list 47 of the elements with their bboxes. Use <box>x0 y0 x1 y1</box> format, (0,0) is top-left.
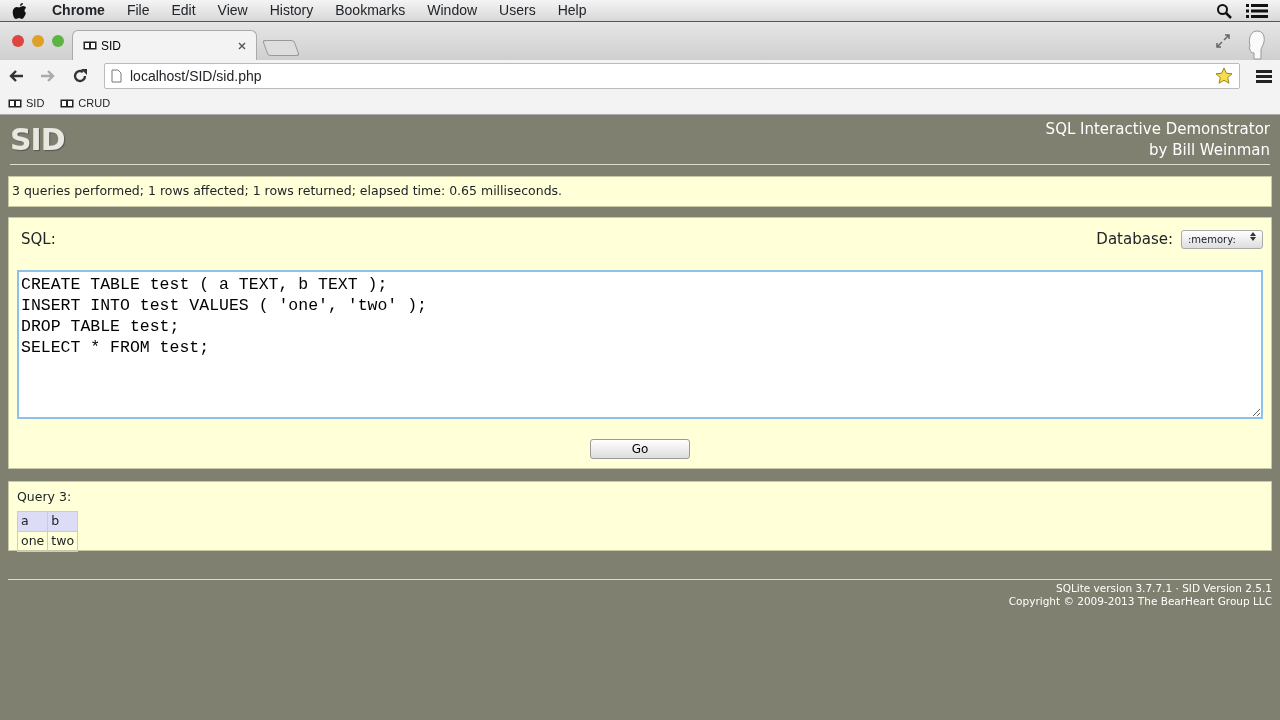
menu-item[interactable]: View <box>217 0 248 21</box>
site-logo: SID <box>10 121 65 159</box>
address-bar[interactable]: localhost/SID/sid.php <box>104 63 1240 89</box>
menu-icon[interactable] <box>1256 69 1272 83</box>
query-caption: Query 3: <box>17 488 73 507</box>
menu-item[interactable]: Help <box>557 0 587 21</box>
menu-item[interactable]: Users <box>499 0 536 21</box>
menu-item[interactable]: History <box>269 0 314 21</box>
site-title: by Bill Weinman <box>1148 139 1270 161</box>
close-window-button[interactable] <box>12 35 24 47</box>
app-menu[interactable]: Chrome <box>52 0 105 21</box>
favicon-icon <box>60 98 75 108</box>
favicon-icon <box>8 98 22 108</box>
favicon-icon <box>83 41 97 50</box>
site-title: SQL Interactive Demonstrator <box>1045 118 1270 140</box>
go-button[interactable]: Go <box>590 439 690 460</box>
bookmark-link[interactable]: CRUD <box>78 94 111 112</box>
status-message: 3 queries performed; 1 rows affected; 1 rows returned; elapsed time: 0.65 milliseconds. <box>8 176 1272 207</box>
search-icon[interactable] <box>1216 2 1232 19</box>
fullscreen-icon[interactable] <box>1216 34 1230 48</box>
apple-logo-icon[interactable] <box>12 1 28 20</box>
menu-item[interactable]: File <box>126 0 150 21</box>
table-cell: two <box>47 531 78 551</box>
table-cell: one <box>17 531 48 551</box>
tab-title: SID <box>101 37 122 55</box>
menu-item[interactable]: Bookmarks <box>335 0 406 21</box>
database-select[interactable]: :memory: <box>1181 229 1263 249</box>
profile-silhouette-icon[interactable] <box>1246 30 1268 60</box>
browser-tab[interactable]: SID <box>72 30 257 60</box>
list-icon[interactable] <box>1246 2 1268 19</box>
url-text: localhost/SID/sid.php <box>130 66 263 86</box>
column-header: a <box>17 511 48 532</box>
footer-text: SQLite version 3.7.7.1 · SID Version 2.5.1 <box>1055 582 1272 596</box>
updown-arrows-icon <box>1250 231 1256 241</box>
database-label: Database: <box>1096 228 1173 250</box>
sql-editor[interactable]: CREATE TABLE test ( a TEXT, b TEXT ); INSERT INTO test VALUES ( 'one', 'two' ); DROP TABLE test; SELECT * FROM test; <box>17 270 1263 420</box>
menu-item[interactable]: Edit <box>171 0 196 21</box>
menu-item[interactable]: Window <box>427 0 478 21</box>
column-header: b <box>47 511 78 532</box>
sql-label: SQL: <box>21 228 56 250</box>
star-icon[interactable] <box>1215 67 1233 85</box>
page-icon <box>111 69 122 83</box>
close-icon[interactable] <box>238 41 246 50</box>
bookmark-link[interactable]: SID <box>26 94 45 112</box>
footer-text: Copyright © 2009-2013 The BearHeart Group LLC <box>1007 595 1272 609</box>
back-arrow-icon[interactable] <box>8 69 24 83</box>
reload-icon[interactable] <box>72 68 88 84</box>
